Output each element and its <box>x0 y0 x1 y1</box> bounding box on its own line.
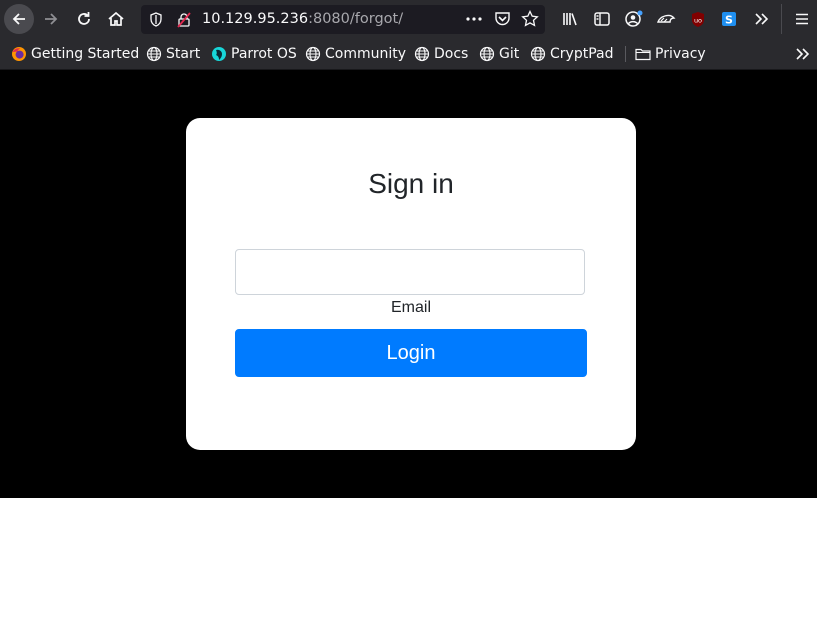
insecure-lock-icon[interactable] <box>176 12 192 32</box>
more-actions-icon[interactable] <box>465 11 483 31</box>
bookmark-git[interactable]: Git <box>479 45 519 63</box>
bookmark-label: Community <box>325 46 407 62</box>
extension-button-2[interactable]: S <box>714 4 744 34</box>
page-title: Sign in <box>368 168 454 199</box>
hamburger-icon <box>796 13 808 25</box>
bookmark-cryptpad[interactable]: CryptPad <box>530 45 613 63</box>
menu-button[interactable] <box>787 4 817 34</box>
forward-button[interactable] <box>36 4 66 34</box>
bookmark-label: CryptPad <box>550 46 614 62</box>
library-button[interactable] <box>555 4 585 34</box>
extension-button-1[interactable] <box>651 4 681 34</box>
chevron-double-right-icon <box>755 13 769 25</box>
pocket-icon[interactable] <box>494 11 511 31</box>
bookmark-getting-started[interactable]: Getting Started <box>11 45 139 63</box>
sign-in-card: Sign in Email Login <box>186 118 636 450</box>
shield-icon[interactable] <box>149 12 163 31</box>
bookmark-separator <box>625 46 626 62</box>
browser-toolbar: 10.129.95.236:8080/forgot/ uo S <box>0 0 817 39</box>
back-button[interactable] <box>4 4 34 34</box>
overflow-button[interactable] <box>746 4 776 34</box>
svg-text:uo: uo <box>694 16 702 24</box>
bookmark-parrot-os[interactable]: Parrot OS <box>211 45 297 63</box>
reload-button[interactable] <box>69 4 99 34</box>
chevron-double-right-icon <box>794 46 810 62</box>
globe-icon <box>530 46 546 62</box>
email-field[interactable] <box>235 249 585 295</box>
url-host: 10.129.95.236 <box>202 11 309 27</box>
sidebar-button[interactable] <box>587 4 617 34</box>
library-icon <box>563 13 577 26</box>
login-button[interactable]: Login <box>235 329 587 377</box>
account-icon <box>625 10 643 27</box>
parrot-icon <box>211 46 227 62</box>
sidebar-icon <box>594 12 610 26</box>
bookmarks-bar: Getting Started Start Parrot OS Communit… <box>0 39 817 70</box>
cookie-extension-icon <box>657 14 676 23</box>
ublock-icon: uo <box>692 11 704 27</box>
globe-icon <box>479 46 495 62</box>
url-path: :8080/forgot/ <box>308 11 404 27</box>
globe-icon <box>146 46 162 62</box>
bookmark-docs[interactable]: Docs <box>414 45 468 63</box>
email-label: Email <box>390 299 431 316</box>
arrow-left-icon <box>12 13 25 25</box>
bookmark-label: Privacy <box>655 46 706 62</box>
url-bar[interactable]: 10.129.95.236:8080/forgot/ <box>141 5 545 34</box>
bookmark-start[interactable]: Start <box>146 45 200 63</box>
home-icon <box>108 11 124 26</box>
svg-text:S: S <box>725 14 733 27</box>
bookmark-label: Start <box>166 46 201 62</box>
home-button[interactable] <box>101 4 131 34</box>
bookmark-label: Git <box>499 46 520 62</box>
bookmark-label: Getting Started <box>31 46 140 62</box>
bookmark-community[interactable]: Community <box>305 45 406 63</box>
ublock-button[interactable]: uo <box>683 4 713 34</box>
account-button[interactable] <box>619 4 649 34</box>
folder-icon <box>635 47 651 61</box>
bookmark-label: Docs <box>434 46 469 62</box>
bookmark-folder-privacy[interactable]: Privacy <box>635 45 706 63</box>
reload-icon <box>78 12 90 25</box>
globe-icon <box>414 46 430 62</box>
arrow-right-icon <box>45 13 58 25</box>
s-extension-icon: S <box>722 12 736 27</box>
bookmark-star-icon[interactable] <box>521 9 539 32</box>
bookmark-label: Parrot OS <box>231 46 297 62</box>
url-text[interactable]: 10.129.95.236:8080/forgot/ <box>202 11 403 28</box>
bookmarks-overflow-button[interactable] <box>794 45 814 63</box>
toolbar-separator <box>781 4 782 34</box>
firefox-icon <box>11 46 27 62</box>
globe-icon <box>305 46 321 62</box>
